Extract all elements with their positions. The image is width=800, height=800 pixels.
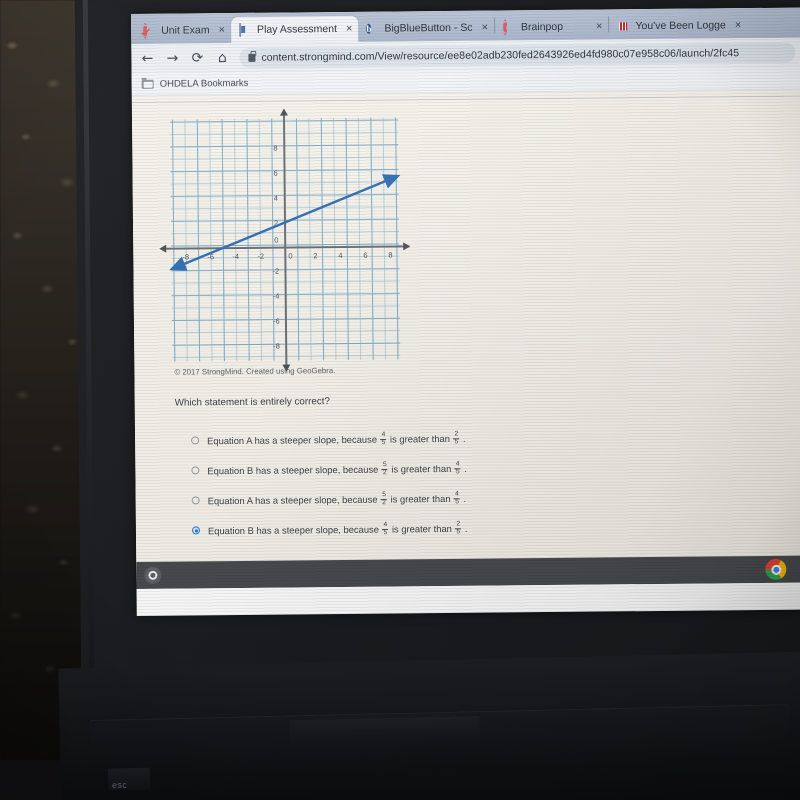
tab-close-icon[interactable]: × bbox=[596, 20, 603, 32]
radio-button[interactable] bbox=[191, 496, 200, 505]
answer-option-text: Equation A has a steeper slope, because … bbox=[207, 490, 467, 508]
launcher-icon[interactable] bbox=[144, 566, 162, 584]
address-bar[interactable]: content.strongmind.com/View/resource/ee8… bbox=[239, 42, 796, 68]
fraction-second: 2 5 bbox=[455, 520, 462, 535]
back-button[interactable]: ← bbox=[139, 51, 155, 67]
radio-button[interactable] bbox=[191, 466, 200, 475]
tab-title: BigBlueButton - Sc bbox=[384, 21, 473, 35]
question-prompt: Which statement is entirely correct? bbox=[174, 396, 330, 409]
option-tail-text: . bbox=[464, 522, 468, 534]
tab-title: You've Been Logge bbox=[635, 19, 726, 33]
reload-button[interactable]: ⟳ bbox=[189, 50, 205, 66]
browser-tab-play-assessment[interactable]: Play Assessment × bbox=[230, 15, 359, 44]
answer-option-text: Equation A has a steeper slope, because … bbox=[207, 430, 466, 448]
answer-option-4[interactable]: Equation B has a steeper slope, because … bbox=[191, 511, 612, 545]
fraction-first: 5 2 bbox=[381, 491, 388, 506]
option-middle-text: is greater than bbox=[391, 522, 452, 535]
tab-close-icon[interactable]: × bbox=[346, 23, 353, 35]
fraction-second: 4 5 bbox=[454, 460, 461, 475]
radio-button-selected[interactable] bbox=[191, 526, 200, 535]
option-middle-text: is greater than bbox=[390, 492, 451, 505]
fraction-denominator: 5 bbox=[455, 467, 460, 475]
answer-option-3[interactable]: Equation A has a steeper slope, because … bbox=[191, 481, 612, 515]
tab-close-icon[interactable]: × bbox=[735, 19, 742, 31]
answer-option-text: Equation B has a steeper slope, because … bbox=[207, 520, 468, 538]
answer-options-list: Equation A has a steeper slope, because … bbox=[191, 421, 612, 545]
answer-option-1[interactable]: Equation A has a steeper slope, because … bbox=[191, 421, 611, 455]
page-content: -8 -6 -4 -2 0 2 4 6 8 8 6 4 2 0 -2 -4 -6… bbox=[131, 89, 800, 589]
tab-close-icon[interactable]: × bbox=[219, 24, 226, 36]
red-site-icon bbox=[617, 20, 630, 33]
fraction-denominator: 2 bbox=[382, 498, 386, 506]
fraction-denominator: 5 bbox=[455, 497, 459, 505]
chrome-icon[interactable] bbox=[765, 558, 787, 580]
option-lead-text: Equation A has a steeper slope, because bbox=[207, 433, 378, 446]
fraction-denominator: 5 bbox=[383, 528, 388, 536]
option-tail-text: . bbox=[463, 492, 467, 504]
tab-close-icon[interactable]: × bbox=[481, 22, 488, 34]
browser-tab-bigbluebutton[interactable]: b BigBlueButton - Sc × bbox=[358, 15, 494, 42]
browser-tab-unit-exam[interactable]: Unit Exam × bbox=[135, 17, 231, 44]
tab-title: Play Assessment bbox=[256, 23, 338, 36]
fraction-denominator: 5 bbox=[454, 437, 459, 445]
copyright-text: © 2017 StrongMind. Created using GeoGebr… bbox=[174, 366, 336, 377]
answer-option-text: Equation B has a steeper slope, because … bbox=[207, 460, 467, 478]
document-icon bbox=[238, 22, 252, 37]
y-axis-up-arrow-icon bbox=[279, 108, 288, 116]
graph-line-series bbox=[169, 174, 401, 271]
carpet-background bbox=[0, 0, 86, 760]
laptop-screen: Unit Exam × Play Assessment × b BigBlueB… bbox=[131, 7, 800, 616]
x-axis-left-arrow-icon bbox=[159, 244, 167, 253]
fraction-denominator: 2 bbox=[382, 468, 387, 476]
option-lead-text: Equation A has a steeper slope, because bbox=[207, 493, 378, 506]
tab-title: Brainpop bbox=[520, 20, 564, 34]
fraction-second: 4 5 bbox=[454, 490, 461, 505]
coordinate-graph: -8 -6 -4 -2 0 2 4 6 8 8 6 4 2 0 -2 -4 -6… bbox=[159, 108, 411, 372]
answer-option-2[interactable]: Equation B has a steeper slope, because … bbox=[191, 451, 611, 485]
fraction-denominator: 5 bbox=[456, 527, 461, 535]
browser-tab-strip: Unit Exam × Play Assessment × b BigBlueB… bbox=[131, 7, 800, 44]
option-tail-text: . bbox=[462, 432, 466, 444]
address-bar-url[interactable]: content.strongmind.com/View/resource/ee8… bbox=[261, 47, 739, 64]
folder-icon bbox=[141, 79, 154, 89]
option-middle-text: is greater than bbox=[391, 462, 452, 475]
option-tail-text: . bbox=[464, 462, 467, 474]
fraction-first: 4 5 bbox=[382, 521, 389, 536]
content-divider bbox=[131, 95, 800, 103]
home-button[interactable]: ⌂ bbox=[214, 50, 230, 66]
chromeos-shelf bbox=[136, 555, 800, 589]
radio-button[interactable] bbox=[191, 436, 200, 445]
option-middle-text: is greater than bbox=[389, 432, 450, 445]
x-axis-right-arrow-icon bbox=[403, 242, 411, 251]
esc-key-label: esc bbox=[111, 779, 128, 791]
fraction-second: 2 5 bbox=[453, 430, 460, 445]
fraction-first: 4 5 bbox=[380, 431, 387, 446]
spacebar-key[interactable] bbox=[289, 715, 481, 747]
lock-icon bbox=[248, 53, 256, 62]
browser-tab-brainpop[interactable]: Brainpop × bbox=[495, 13, 609, 40]
laptop-photo-scene: esc Unit Exam × Play Assessment × b BigB… bbox=[0, 0, 800, 800]
spinner-pencil-icon bbox=[140, 22, 156, 39]
forward-button[interactable]: → bbox=[164, 51, 180, 67]
bigbluebutton-icon: b bbox=[366, 23, 372, 34]
spinner-icon bbox=[502, 18, 516, 35]
option-lead-text: Equation B has a steeper slope, because bbox=[207, 523, 379, 536]
fraction-first: 5 2 bbox=[381, 461, 388, 476]
browser-tab-youve-been-logged[interactable]: You've Been Logge × bbox=[609, 12, 747, 39]
bookmark-item-ohdela[interactable]: OHDELA Bookmarks bbox=[160, 78, 249, 90]
option-lead-text: Equation B has a steeper slope, because bbox=[207, 463, 379, 476]
tab-title: Unit Exam bbox=[161, 24, 210, 37]
fraction-denominator: 5 bbox=[381, 438, 386, 446]
